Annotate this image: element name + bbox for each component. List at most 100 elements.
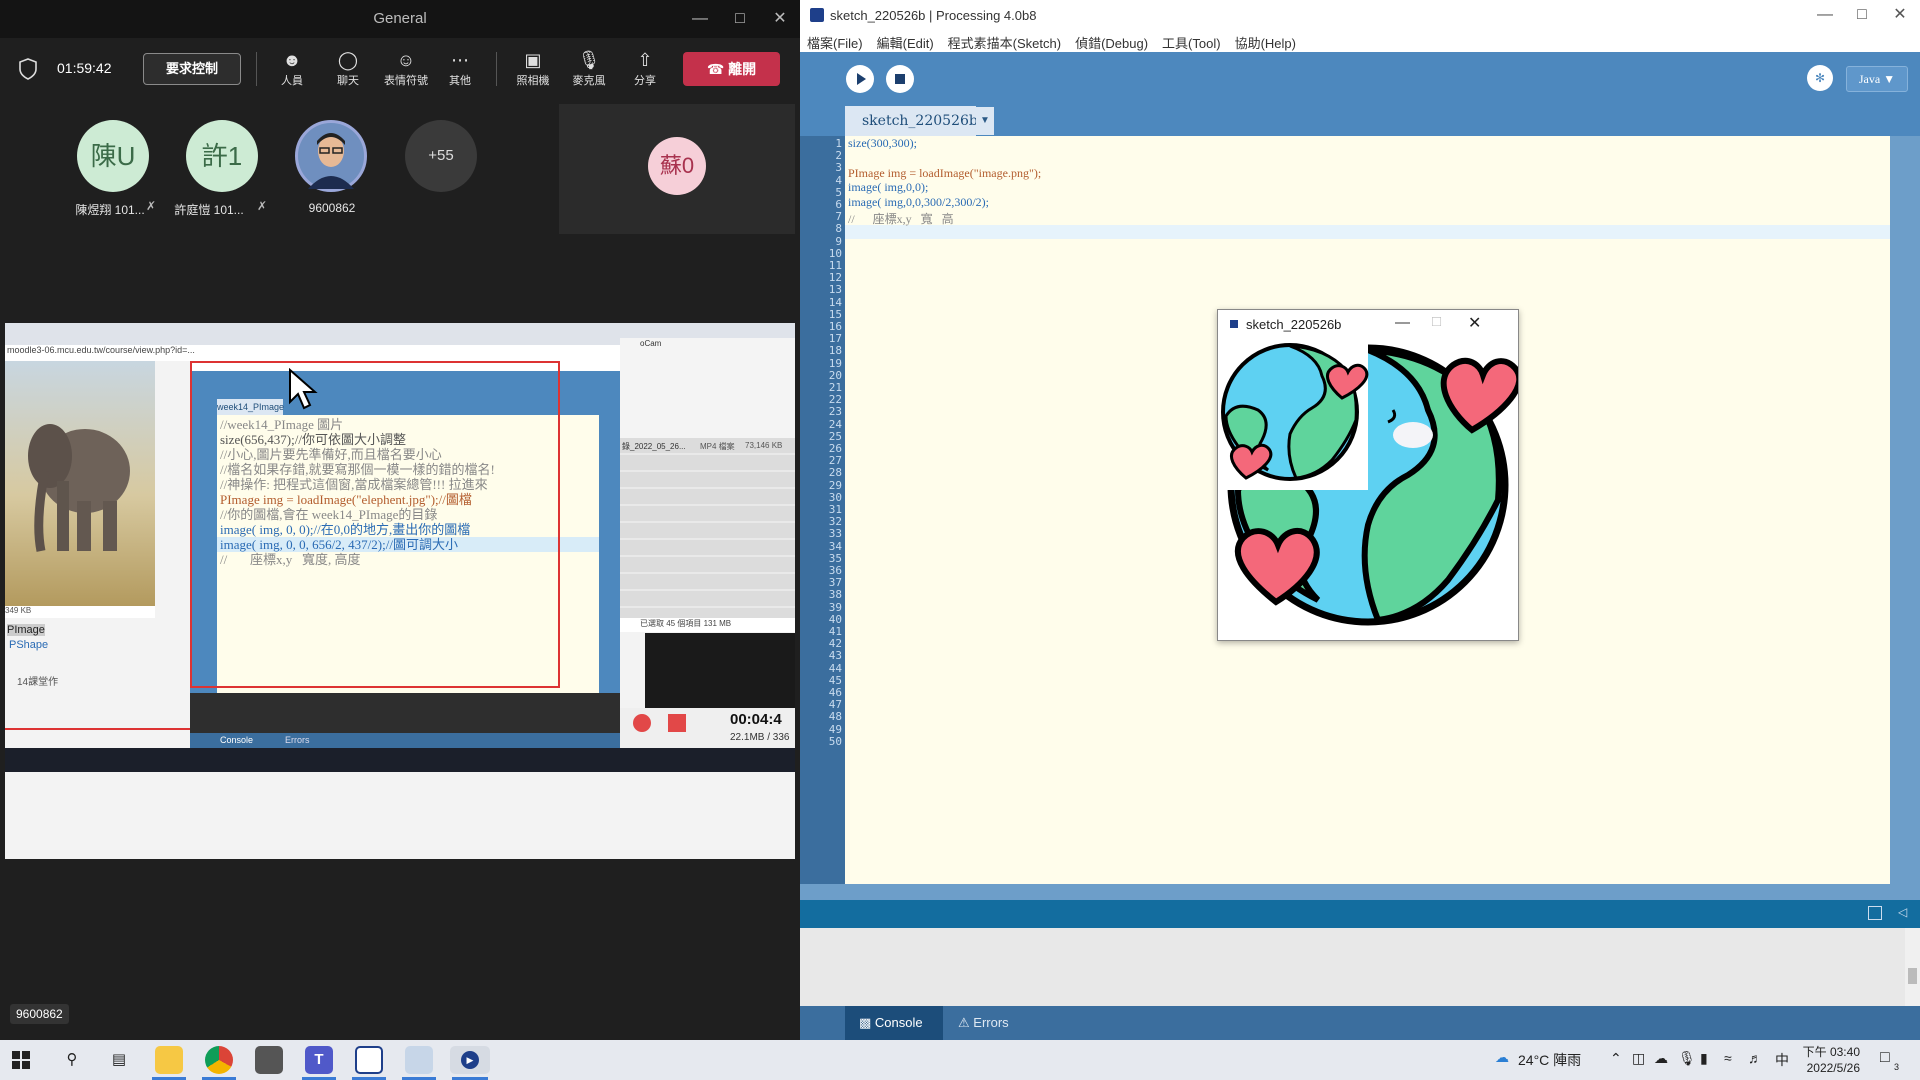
line-number: 1	[835, 137, 842, 150]
line-number: 43	[828, 649, 842, 663]
maximize-icon[interactable]: □	[1842, 0, 1882, 34]
line-number: 12	[828, 271, 842, 285]
wifi-icon[interactable]: ≈	[1724, 1050, 1732, 1066]
mode-selector[interactable]: Java ▼	[1846, 66, 1908, 92]
maximize-icon[interactable]: □	[720, 0, 760, 38]
sketch-run-icon[interactable]: ▶	[450, 1046, 490, 1074]
chat-icon: ◯	[337, 50, 359, 70]
windows-start-icon[interactable]	[12, 1051, 30, 1074]
tab-row: sketch_220526b ▼	[800, 106, 1920, 136]
line-number: 8	[835, 222, 842, 236]
debug-icon: ✻	[1814, 71, 1826, 85]
pause-icon[interactable]	[668, 714, 686, 732]
clipboard-icon[interactable]	[1868, 906, 1882, 920]
line-number: 34	[828, 539, 842, 553]
line-number: 18	[828, 344, 842, 358]
line-number: 24	[828, 417, 842, 431]
request-control-button[interactable]: 要求控制	[143, 53, 241, 85]
battery-icon[interactable]: ▮	[1700, 1050, 1708, 1067]
people-label: 人員	[281, 75, 303, 87]
mic-icon[interactable]: 🎙	[1678, 1050, 1696, 1067]
leave-label: 離開	[728, 61, 757, 77]
console-area[interactable]	[800, 928, 1905, 1006]
line-number: 45	[828, 673, 842, 687]
line-number: 2	[835, 149, 842, 163]
share-button[interactable]: ⇧ 分享	[620, 48, 670, 88]
chrome-icon[interactable]	[205, 1046, 233, 1074]
sketch-tab[interactable]: sketch_220526b	[845, 106, 978, 136]
participant-photo-avatar[interactable]	[295, 120, 367, 192]
line-number: 39	[828, 600, 842, 614]
presenter-tile: 蘇0	[559, 104, 795, 234]
chat-button[interactable]: ◯ 聊天	[323, 48, 373, 88]
play-icon	[857, 73, 866, 85]
tab-menu-arrow-icon[interactable]: ▼	[976, 107, 994, 135]
camera-label: 照相機	[516, 75, 550, 87]
mouse-cursor-icon	[288, 367, 318, 415]
clock-time[interactable]: 下午 03:40	[1800, 1043, 1860, 1060]
line-number: 36	[828, 564, 842, 577]
minimize-icon[interactable]: —	[680, 0, 720, 38]
file-row-size: 73,146 KB	[745, 441, 783, 450]
more-button[interactable]: ⋯ 其他	[435, 48, 485, 88]
notification-icon[interactable]: □	[1880, 1049, 1890, 1067]
line-number: 6	[835, 198, 842, 211]
people-icon: ☻	[282, 50, 302, 70]
clock-date[interactable]: 2022/5/26	[1800, 1061, 1860, 1075]
mic-button[interactable]: 🎙 麥克風	[564, 48, 614, 88]
leave-button[interactable]: ☎ 離開	[683, 52, 780, 86]
participant-avatar[interactable]: 陳U	[77, 120, 149, 192]
paint-icon[interactable]	[405, 1046, 433, 1074]
code-line-1: size(300,300);	[848, 136, 917, 150]
console-tab[interactable]: ▩ Console	[845, 1006, 943, 1040]
participant-avatar[interactable]: 許1	[186, 120, 258, 192]
task-view-icon[interactable]: ▤	[105, 1046, 133, 1074]
collapse-icon[interactable]: ◁	[1898, 905, 1907, 919]
minimize-icon[interactable]: —	[1805, 0, 1845, 34]
line-number: 11	[828, 259, 842, 272]
search-icon[interactable]: ⚲	[58, 1046, 86, 1074]
more-participants-button[interactable]: +55	[405, 120, 477, 192]
close-icon[interactable]: ✕	[1468, 313, 1481, 333]
reactions-button[interactable]: ☺ 表情符號	[379, 48, 433, 88]
line-number: 48	[828, 710, 842, 724]
weather-text[interactable]: 24°C 陣雨	[1518, 1050, 1581, 1070]
processing-icon[interactable]	[355, 1046, 383, 1074]
console-scrollbar[interactable]	[1905, 928, 1920, 1006]
scroll-thumb[interactable]	[1908, 968, 1917, 984]
app-cube-icon[interactable]	[255, 1046, 283, 1074]
teams-icon[interactable]: T	[305, 1046, 333, 1074]
share-icon: ⇧	[637, 50, 653, 70]
file-row-name: 錄_2022_05_26...	[622, 442, 686, 451]
cloud-icon[interactable]: ☁	[1654, 1050, 1668, 1067]
close-icon[interactable]: ✕	[760, 0, 800, 38]
elephant-image	[5, 361, 155, 606]
code-line-4: image( img,0,0);	[848, 180, 929, 194]
usb-icon[interactable]: ◫	[1632, 1050, 1645, 1067]
people-button[interactable]: ☻ 人員	[267, 48, 317, 88]
minimize-icon[interactable]: —	[1395, 314, 1410, 331]
weather-icon[interactable]: ☁	[1495, 1049, 1509, 1066]
shared-taskbar	[5, 748, 795, 772]
stop-button[interactable]	[886, 65, 914, 93]
record-icon[interactable]	[633, 714, 651, 732]
earth-hearts-image	[1218, 340, 1523, 626]
close-icon[interactable]: ✕	[1880, 0, 1920, 34]
ime-indicator[interactable]: 中	[1775, 1050, 1789, 1070]
run-button[interactable]	[846, 65, 874, 93]
show-hidden-icons-icon[interactable]: ⌃	[1610, 1050, 1622, 1067]
participant-name: 許庭愷 101...	[174, 203, 244, 217]
mic-off-icon: 🎙	[577, 50, 601, 70]
line-number: 21	[828, 381, 842, 394]
file-explorer-icon[interactable]	[155, 1046, 183, 1074]
line-number: 3	[835, 161, 842, 175]
console-tab-label: Console	[874, 1015, 923, 1030]
code-line-5: image( img,0,0,300/2,300/2);	[848, 195, 989, 209]
debug-button[interactable]: ✻	[1807, 65, 1833, 91]
editor-scroll-area[interactable]	[1890, 136, 1920, 884]
camera-button[interactable]: ▣ 照相機	[508, 48, 558, 88]
errors-tab[interactable]: ⚠ Errors	[958, 1006, 1048, 1040]
speaker-icon[interactable]: ♬	[1748, 1050, 1762, 1066]
maximize-icon[interactable]: □	[1432, 313, 1441, 330]
status-bar: ◁	[800, 900, 1920, 928]
